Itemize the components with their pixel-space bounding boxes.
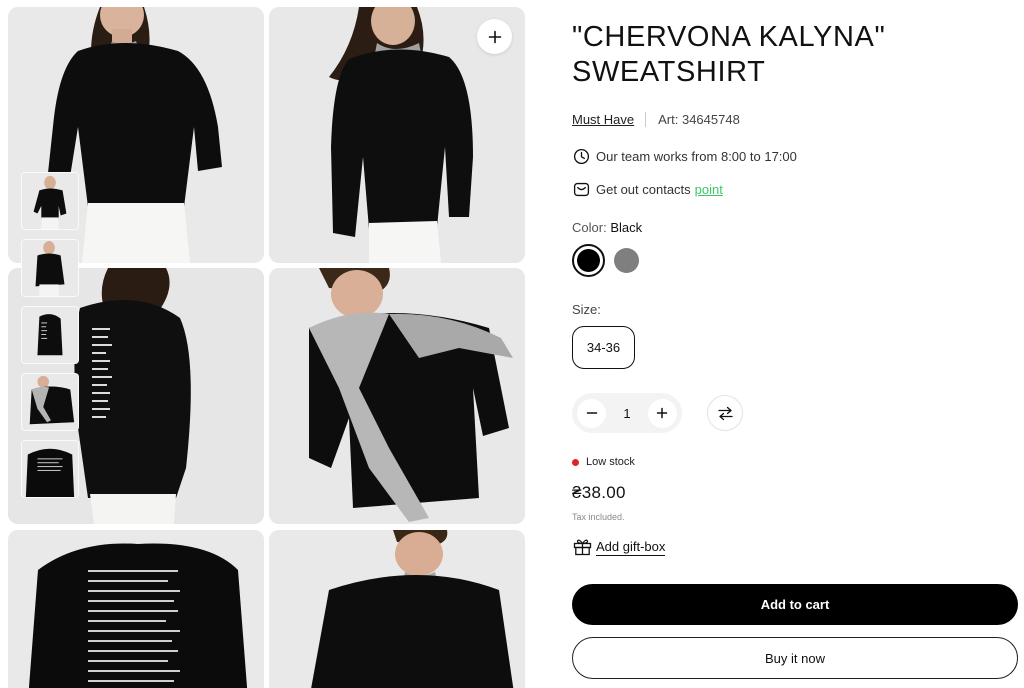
working-hours: Our team works from 8:00 to 17:00 [572,147,797,165]
plus-icon [657,407,668,419]
photo-back-print-illustration [8,530,264,688]
quantity-value[interactable]: 1 [623,406,630,421]
quantity-stepper: 1 [572,393,682,433]
stock-indicator-dot [572,458,579,466]
article-number: Art: 34645748 [658,112,740,127]
contacts-line: Get out contacts point [572,180,723,198]
thumbnail-4[interactable] [21,373,79,431]
contacts-text: Get out contacts [596,181,691,197]
working-hours-text: Our team works from 8:00 to 17:00 [596,148,797,164]
add-gift-box-button[interactable]: Add gift-box [572,537,666,557]
gift-icon [572,537,592,557]
color-swatch-black[interactable] [572,244,605,277]
photo-man-front-illustration [269,268,525,524]
minus-icon [586,412,597,414]
stock-status: Low stock [572,456,635,468]
add-gift-box-label: Add gift-box [596,538,666,556]
plus-icon [488,30,501,43]
product-info-panel: "CHERVONA KALYNA" SWEATSHIRT Must Have A… [572,0,1024,688]
product-gallery [0,0,532,688]
quantity-increase-button[interactable] [647,398,677,428]
thumbnail-1[interactable] [21,172,79,230]
photo-man-smiling-illustration [269,530,525,688]
product-title: "CHERVONA KALYNA" SWEATSHIRT [572,20,1012,90]
product-meta: Must Have Art: 34645748 [572,112,740,127]
stock-status-text: Low stock [586,456,635,468]
buy-now-button[interactable]: Buy it now [572,637,1018,679]
color-label-text: Color: [572,220,607,235]
product-photo-4[interactable] [269,268,525,524]
tax-note: Tax included. [572,512,625,522]
brand-link[interactable]: Must Have [572,112,634,127]
product-photo-5[interactable] [8,530,264,688]
size-label: Size: [572,302,601,317]
thumbnail-3[interactable] [21,306,79,364]
product-photo-6[interactable] [269,530,525,688]
thumbnail-2[interactable] [21,239,79,297]
size-option-34-36[interactable]: 34-36 [572,326,635,369]
clock-icon [572,147,590,165]
add-to-cart-button[interactable]: Add to cart [572,584,1018,625]
thumbnail-5[interactable] [21,440,79,498]
message-icon [572,180,590,198]
product-title-line-2: SWEATSHIRT [572,56,766,88]
color-selected-value: Black [610,220,643,235]
product-title-line-1: "CHERVONA KALYNA" [572,21,886,53]
quantity-decrease-button[interactable] [577,398,606,428]
compare-button[interactable] [707,395,743,431]
color-swatch-grey[interactable] [614,248,639,273]
color-label: Color: Black [572,220,642,235]
product-price: ₴38.00 [572,483,626,502]
thumbnail-strip [21,172,79,507]
contacts-point-link[interactable]: point [695,182,723,197]
compare-arrows-icon [717,406,733,420]
meta-divider [645,112,647,127]
zoom-button[interactable] [477,19,512,54]
